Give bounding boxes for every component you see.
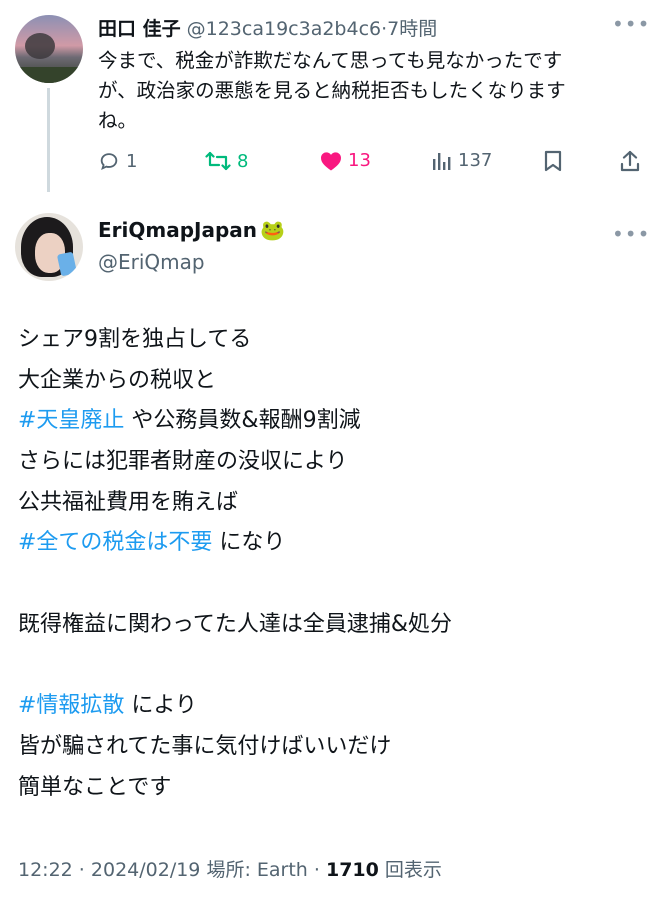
tweet-text-segment: 既得権益に関わってた人達は全員逮捕&処分 xyxy=(18,611,453,637)
view-count-label: 回表示 xyxy=(384,859,442,881)
tweet-text-segment: や公務員数&報酬9割減 xyxy=(124,408,361,434)
avatar-badge-shape xyxy=(56,251,78,277)
hashtag-link[interactable]: #情報拡散 xyxy=(18,693,124,718)
hashtag-link[interactable]: #全ての税金は不要 xyxy=(18,530,212,555)
view-count: 1710 xyxy=(325,859,379,881)
tweet-text-segment: になり xyxy=(212,530,286,556)
tweet-text-line: 大企業からの税収と xyxy=(18,361,648,402)
tweet-text-segment: さらには犯罪者財産の没収により xyxy=(18,449,348,475)
reply-count: 1 xyxy=(126,150,138,172)
tweet-text: 今まで、税金が詐欺だなんて思っても見なかったです が、政治家の悪態を見ると納税拒… xyxy=(98,46,638,136)
avatar-tree-shape xyxy=(25,33,55,59)
tweet-text-segment: により xyxy=(124,693,197,719)
tweet-text-segment: 大企業からの税収と xyxy=(18,367,217,393)
tweet-text-line: さらには犯罪者財産の没収により xyxy=(18,442,648,483)
tweet-text-line: 皆が騙されてた事に気付けばいいだけ xyxy=(18,727,648,768)
tweet-text-segment: シェア9割を独占してる xyxy=(18,327,252,352)
reply-button[interactable]: 1 xyxy=(98,150,137,172)
tweet-text-line: 既得権益に関わってた人達は全員逮捕&処分 xyxy=(18,605,648,646)
thread-connector-line xyxy=(47,88,50,192)
avatar[interactable] xyxy=(15,213,83,281)
tweet-time[interactable]: 12:22 xyxy=(18,859,73,881)
reply-icon xyxy=(100,153,118,171)
tweet-time[interactable]: ·7時間 xyxy=(381,18,437,40)
tweet-header: 田口 佳子 @123ca19c3a2b4c6·7時間 xyxy=(98,14,437,41)
analytics-icon xyxy=(433,152,451,170)
author-handle[interactable]: @EriQmap xyxy=(98,250,205,274)
tweet-text-segment: 簡単なことです xyxy=(18,774,172,800)
avatar[interactable] xyxy=(15,15,83,83)
tweet-text-line: #全ての税金は不要 になり xyxy=(18,523,648,564)
author-handle[interactable]: @123ca19c3a2b4c6 xyxy=(187,18,381,40)
tweet-text-line: 公共福祉費用を賄えば xyxy=(18,483,648,524)
tweet-text-line: シェア9割を独占してる xyxy=(18,320,648,361)
author-name[interactable]: EriQmapJapan xyxy=(98,218,257,242)
retweet-count: 8 xyxy=(237,150,249,172)
tweet-text-segment: 皆が騙されてた事に気付けばいいだけ xyxy=(18,733,392,759)
more-horizontal-icon[interactable]: ••• xyxy=(612,222,650,246)
separator-dot: · xyxy=(72,859,91,881)
share-button[interactable] xyxy=(620,150,640,172)
tweet-text-line: が、政治家の悪態を見ると納税拒否もしたくなります xyxy=(98,79,566,102)
bookmark-icon xyxy=(544,150,562,172)
share-icon xyxy=(620,150,640,172)
views-count: 137 xyxy=(458,150,493,171)
bookmark-button[interactable] xyxy=(543,150,563,172)
author-name[interactable]: 田口 佳子 xyxy=(98,18,181,40)
tweet-location: 場所: Earth xyxy=(206,859,308,881)
tweet-text-line: #情報拡散 により xyxy=(18,686,648,727)
views-button[interactable]: 137 xyxy=(432,150,492,171)
tweet-text-line: ね。 xyxy=(98,109,138,132)
tweet-text-line: 簡単なことです xyxy=(18,768,648,809)
frog-emoji-icon: 🐸 xyxy=(260,218,285,242)
like-button[interactable]: 13 xyxy=(320,150,371,171)
heart-icon xyxy=(321,151,341,171)
tweet-metadata: 12:22 · 2024/02/19 場所: Earth · 1710 回表示 xyxy=(18,855,442,882)
like-count: 13 xyxy=(348,150,371,171)
tweet-text-line: #天皇廃止 や公務員数&報酬9割減 xyxy=(18,401,648,442)
avatar-ground-shape xyxy=(15,67,83,83)
tweet-date[interactable]: 2024/02/19 xyxy=(91,859,201,881)
retweet-button[interactable]: 8 xyxy=(205,150,248,172)
hashtag-link[interactable]: #天皇廃止 xyxy=(18,408,124,433)
tweet-text: シェア9割を独占してる 大企業からの税収と #天皇廃止 や公務員数&報酬9割減さらに… xyxy=(18,320,648,808)
separator-dot: · xyxy=(307,859,326,881)
author-name-row[interactable]: EriQmapJapan 🐸 xyxy=(98,218,285,242)
retweet-icon xyxy=(205,151,231,171)
tweet-text-line: 今まで、税金が詐欺だなんて思っても見なかったです xyxy=(98,49,563,72)
tweet-text-segment: 公共福祉費用を賄えば xyxy=(18,489,239,515)
more-horizontal-icon[interactable]: ••• xyxy=(612,12,650,36)
